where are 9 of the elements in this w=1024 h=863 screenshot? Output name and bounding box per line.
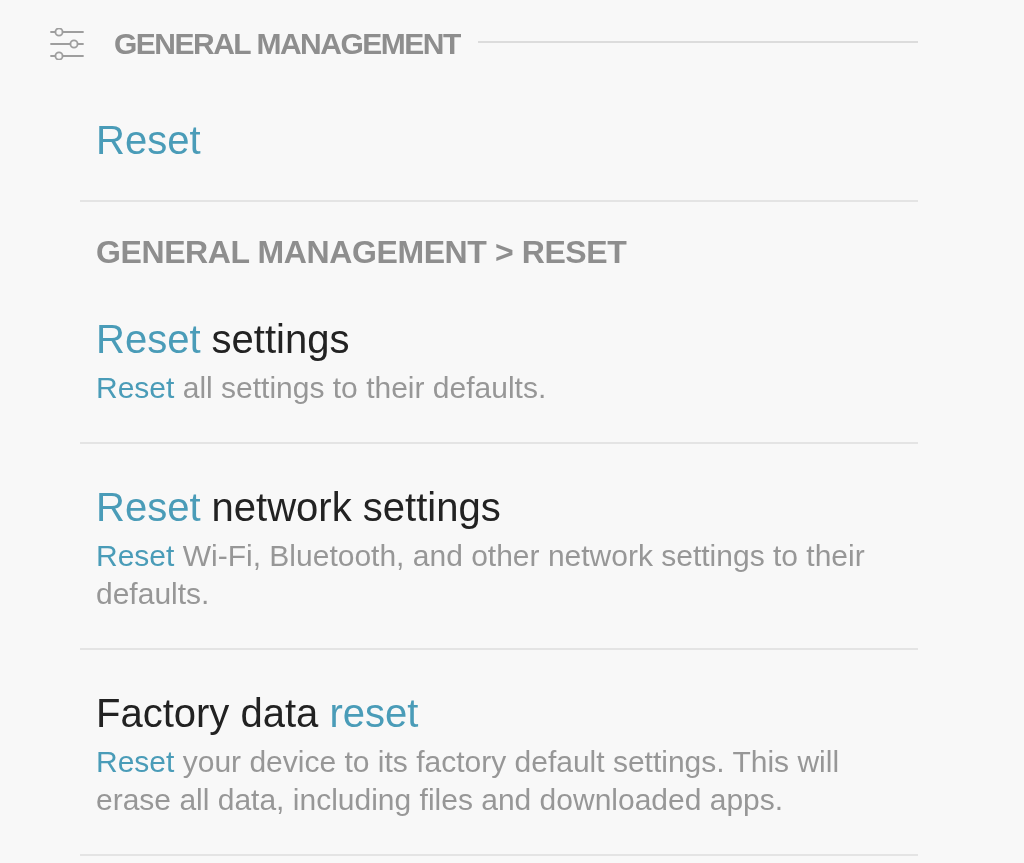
breadcrumb-header: GENERAL MANAGEMENT > RESET <box>96 233 627 272</box>
result-description: Reset all settings to their defaults. <box>96 370 548 406</box>
sliders-icon <box>50 28 84 60</box>
result-title[interactable]: Reset settings <box>96 315 350 363</box>
result-title[interactable]: Factory data reset <box>96 689 419 737</box>
result-title[interactable]: Reset network settings <box>96 483 501 531</box>
result-description: Reset Wi-Fi, Bluetooth, and other network settings to their defaults. <box>96 538 866 612</box>
result-description: Reset your device to its factory default settings. This will erase all data, including files and downloaded apps. <box>96 744 841 818</box>
section-title: GENERAL MANAGEMENT <box>114 26 460 62</box>
